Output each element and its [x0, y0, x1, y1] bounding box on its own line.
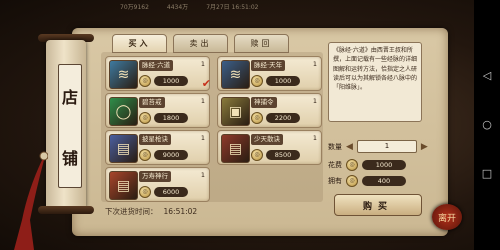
- coin-icon: ◎: [139, 186, 151, 198]
- manual-icon: ▤: [109, 134, 138, 163]
- selected-check-icon: ✔: [201, 77, 211, 90]
- increase-quantity-icon[interactable]: ▶: [421, 142, 428, 152]
- item-quantity: 1: [200, 171, 205, 179]
- shop-title-plaque: 店 铺: [58, 64, 82, 188]
- quantity-row: 数量 ◀ 1 ▶: [328, 140, 428, 153]
- coin-icon: ◎: [251, 149, 263, 161]
- owned-row: 拥有 ◎ 400: [328, 175, 406, 187]
- item-name: 万寿神行: [139, 171, 171, 182]
- item-name: 披星枪诀: [139, 134, 171, 145]
- item-name: 神捕令: [251, 97, 277, 108]
- item-quantity: 1: [200, 97, 205, 105]
- manual-icon: ▤: [109, 171, 138, 200]
- manual-icon: ▤: [221, 134, 250, 163]
- quantity-field[interactable]: 1: [356, 140, 417, 153]
- gold-amount: 70万9162: [120, 3, 149, 11]
- shop-item[interactable]: ▤ 万寿神行 1 ◎ 6000: [105, 167, 210, 202]
- coin-icon: ◎: [251, 75, 263, 87]
- restock-time: 16:51:02: [163, 207, 198, 216]
- item-price-value: 1000: [266, 76, 300, 86]
- shop-title-char: 店: [61, 87, 78, 107]
- item-price-value: 1000: [154, 76, 188, 86]
- game-date: 7月27日 16:51:02: [206, 3, 259, 11]
- item-price-value: 8500: [266, 150, 300, 160]
- item-name: 少天散诀: [251, 134, 283, 145]
- item-price: ◎ 9000: [139, 149, 188, 161]
- owned-label: 拥有: [328, 177, 342, 185]
- quantity-label: 数量: [328, 142, 342, 151]
- tassel-icon: [14, 151, 48, 250]
- leave-button[interactable]: 离开: [432, 204, 462, 230]
- shop-tabs: 买入 卖出 赎回: [112, 34, 289, 53]
- item-price: ◎ 1000: [139, 75, 188, 87]
- top-status-bar: 70万9162 4434万 7月27日 16:51:02: [120, 0, 470, 12]
- item-price-value: 9000: [154, 150, 188, 160]
- shop-item[interactable]: ▣ 神捕令 1 ◎ 2200: [217, 93, 322, 128]
- shop-title-char: 铺: [61, 148, 78, 168]
- item-price-value: 6000: [154, 187, 188, 197]
- item-price: ◎ 1800: [139, 112, 188, 124]
- coin-icon: ◎: [251, 112, 263, 124]
- cost-row: 花费 ◎ 1000: [328, 159, 406, 171]
- coin-icon: ◎: [346, 175, 358, 187]
- token-icon: ▣: [221, 97, 250, 126]
- shop-item[interactable]: ▤ 披星枪诀 1 ◎ 9000: [105, 130, 210, 165]
- game-screen: 70万9162 4434万 7月27日 16:51:02 店 铺 买入 卖出 赎…: [0, 0, 500, 250]
- item-price-value: 1800: [154, 113, 188, 123]
- owned-value: 400: [362, 176, 406, 186]
- item-quantity: 1: [312, 134, 317, 142]
- restock-label: 下次进货时间：: [105, 207, 158, 216]
- restock-timer: 下次进货时间： 16:51:02: [105, 206, 197, 217]
- item-name: 脉经·六道: [139, 60, 174, 71]
- item-quantity: 1: [312, 97, 317, 105]
- shop-item[interactable]: ▤ 少天散诀 1 ◎ 8500: [217, 130, 322, 165]
- tab-sell[interactable]: 卖出: [173, 34, 228, 53]
- item-grid: ≋ 脉经·六道 1 ◎ 1000 ✔ ≋ 脉经·天年 1 ◎ 1000 ◯ 碧苔戒 1 ◎ 1800 ▣ 神捕令 1…: [101, 52, 323, 202]
- buy-button[interactable]: 购买: [334, 194, 422, 216]
- item-quantity: 1: [200, 60, 205, 68]
- fish-scroll-icon: ≋: [109, 60, 138, 89]
- tab-redeem[interactable]: 赎回: [234, 34, 289, 53]
- item-name: 碧苔戒: [139, 97, 165, 108]
- cost-label: 花费: [328, 161, 342, 169]
- description-text: 《脉经·六道》由西晋王叔和所撰，上面记载有一些经脉的详细图解和运转方法，恰指定之…: [333, 47, 418, 92]
- item-price-value: 2200: [266, 113, 300, 123]
- coin-icon: ◎: [139, 149, 151, 161]
- coin-icon: ◎: [139, 75, 151, 87]
- cost-value: 1000: [362, 160, 406, 170]
- item-price: ◎ 6000: [139, 186, 188, 198]
- coin-icon: ◎: [346, 159, 358, 171]
- shop-item[interactable]: ≋ 脉经·天年 1 ◎ 1000: [217, 56, 322, 91]
- coin-icon: ◎: [139, 112, 151, 124]
- shop-item[interactable]: ≋ 脉经·六道 1 ◎ 1000 ✔: [105, 56, 211, 91]
- item-quantity: 1: [312, 60, 317, 68]
- jade-ring-icon: ◯: [109, 97, 138, 126]
- back-icon[interactable]: ◁: [481, 70, 493, 82]
- system-nav-bar: ◁ ○ □: [474, 0, 500, 250]
- item-price: ◎ 8500: [251, 149, 300, 161]
- item-name: 脉经·天年: [251, 60, 286, 71]
- tab-buy[interactable]: 买入: [112, 34, 167, 53]
- item-quantity: 1: [200, 134, 205, 142]
- silver-amount: 4434万: [166, 3, 189, 11]
- shop-item[interactable]: ◯ 碧苔戒 1 ◎ 1800: [105, 93, 210, 128]
- home-icon[interactable]: ○: [481, 119, 493, 131]
- decrease-quantity-icon[interactable]: ◀: [346, 142, 353, 152]
- item-description: 《脉经·六道》由西晋王叔和所撰，上面记载有一些经脉的详细图解和运转方法，恰指定之…: [328, 42, 422, 122]
- item-price: ◎ 1000: [251, 75, 300, 87]
- item-price: ◎ 2200: [251, 112, 300, 124]
- fish-scroll-icon: ≋: [221, 60, 250, 89]
- recents-icon[interactable]: □: [481, 168, 493, 180]
